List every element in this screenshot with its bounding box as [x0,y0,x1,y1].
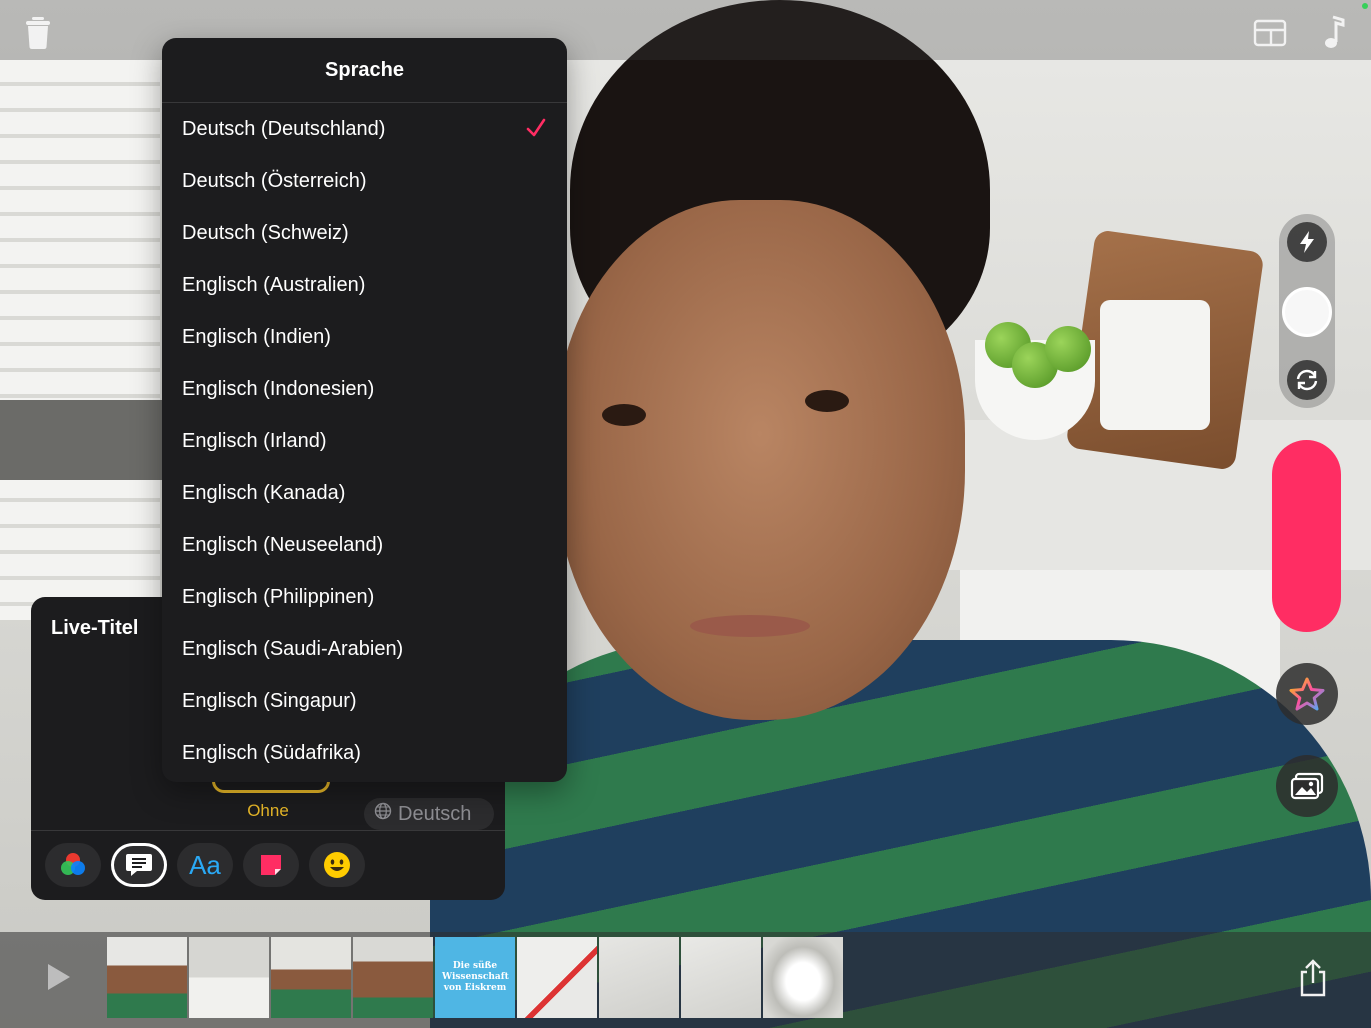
clip-thumbnail[interactable] [189,937,269,1018]
language-option[interactable]: Englisch (Singapur) [162,675,567,727]
language-label: Deutsch [398,802,472,825]
language-option-label: Englisch (Indien) [182,325,331,348]
clip-thumbnail[interactable] [681,937,761,1018]
text-icon[interactable]: Aa [177,843,233,887]
effects-toolbar: Aa [45,843,365,887]
clip-thumbnail[interactable] [517,937,597,1018]
divider [31,830,505,831]
emoji-icon[interactable] [309,843,365,887]
language-option-label: Englisch (Kanada) [182,481,346,504]
style-option-label[interactable]: Ohne [235,801,301,821]
language-option[interactable]: Englisch (Philippinen) [162,571,567,623]
filters-icon[interactable] [45,843,101,887]
language-option-label: Englisch (Indonesien) [182,377,375,400]
music-note-icon[interactable] [1318,14,1348,50]
capture-photo-button[interactable] [1282,287,1332,337]
language-option-label: Englisch (Neuseeland) [182,533,384,556]
language-option[interactable]: Englisch (Indien) [162,311,567,363]
language-option[interactable]: Englisch (Kanada) [162,467,567,519]
camera-controls [1279,214,1335,408]
language-option-label: Englisch (Irland) [182,429,327,452]
language-option-label: Deutsch (Schweiz) [182,221,349,244]
language-option[interactable]: Englisch (Südafrika) [162,727,567,779]
clip-thumbnail[interactable] [271,937,351,1018]
language-option[interactable]: Deutsch (Deutschland) [162,103,567,155]
title-card-text: Die süße Wissenschaft von Eiskrem [442,961,509,993]
checkmark-icon [525,117,547,145]
person-eye [602,404,646,426]
person-mouth [690,615,810,637]
background-sink [0,400,170,480]
apple [1045,326,1091,372]
clip-thumbnail[interactable] [599,937,679,1018]
title-card-thumbnail[interactable]: Die süße Wissenschaft von Eiskrem [435,937,515,1018]
trash-icon[interactable] [22,14,54,50]
clip-strip: Die süße Wissenschaft von Eiskrem [107,937,843,1018]
language-option[interactable]: Deutsch (Österreich) [162,155,567,207]
person-face [555,200,965,720]
recording-indicator-dot [1362,3,1368,9]
person-eye [805,390,849,412]
play-icon[interactable] [44,960,74,999]
text-tool-label: Aa [189,849,221,880]
switch-camera-icon[interactable] [1287,360,1327,400]
share-icon[interactable] [1296,958,1330,998]
clip-thumbnail[interactable] [353,937,433,1018]
clip-thumbnail[interactable] [107,937,187,1018]
globe-icon [374,802,392,826]
language-option[interactable]: Englisch (Indonesien) [162,363,567,415]
language-option-label: Deutsch (Österreich) [182,169,367,192]
language-option-label: Englisch (Philippinen) [182,585,375,608]
background-white-board [1100,300,1210,430]
layout-icon[interactable] [1252,18,1288,48]
language-dropdown: Sprache Deutsch (Deutschland) Deutsch (Ö… [162,38,567,782]
clip-thumbnail[interactable] [763,937,843,1018]
language-option[interactable]: Deutsch (Schweiz) [162,207,567,259]
dropdown-title: Sprache [162,38,567,103]
record-button[interactable] [1272,440,1341,632]
media-library-icon[interactable] [1276,755,1338,817]
language-option-label: Englisch (Singapur) [182,689,357,712]
background-shutters [0,60,160,620]
language-option[interactable]: Englisch (Irland) [162,415,567,467]
panel-title: Live-Titel [51,617,139,639]
language-option-label: Deutsch (Deutschland) [182,117,386,140]
language-option-label: Englisch (Australien) [182,273,366,296]
language-option[interactable]: Englisch (Neuseeland) [162,519,567,571]
language-option[interactable]: Englisch (Australien) [162,259,567,311]
language-button[interactable]: Deutsch [364,798,494,830]
effects-star-icon[interactable] [1276,663,1338,725]
live-titles-icon[interactable] [111,843,167,887]
language-option[interactable]: Englisch (Saudi-Arabien) [162,623,567,675]
language-option-label: Englisch (Südafrika) [182,741,361,764]
flash-icon[interactable] [1287,222,1327,262]
stickers-icon[interactable] [243,843,299,887]
language-option-label: Englisch (Saudi-Arabien) [182,637,404,660]
